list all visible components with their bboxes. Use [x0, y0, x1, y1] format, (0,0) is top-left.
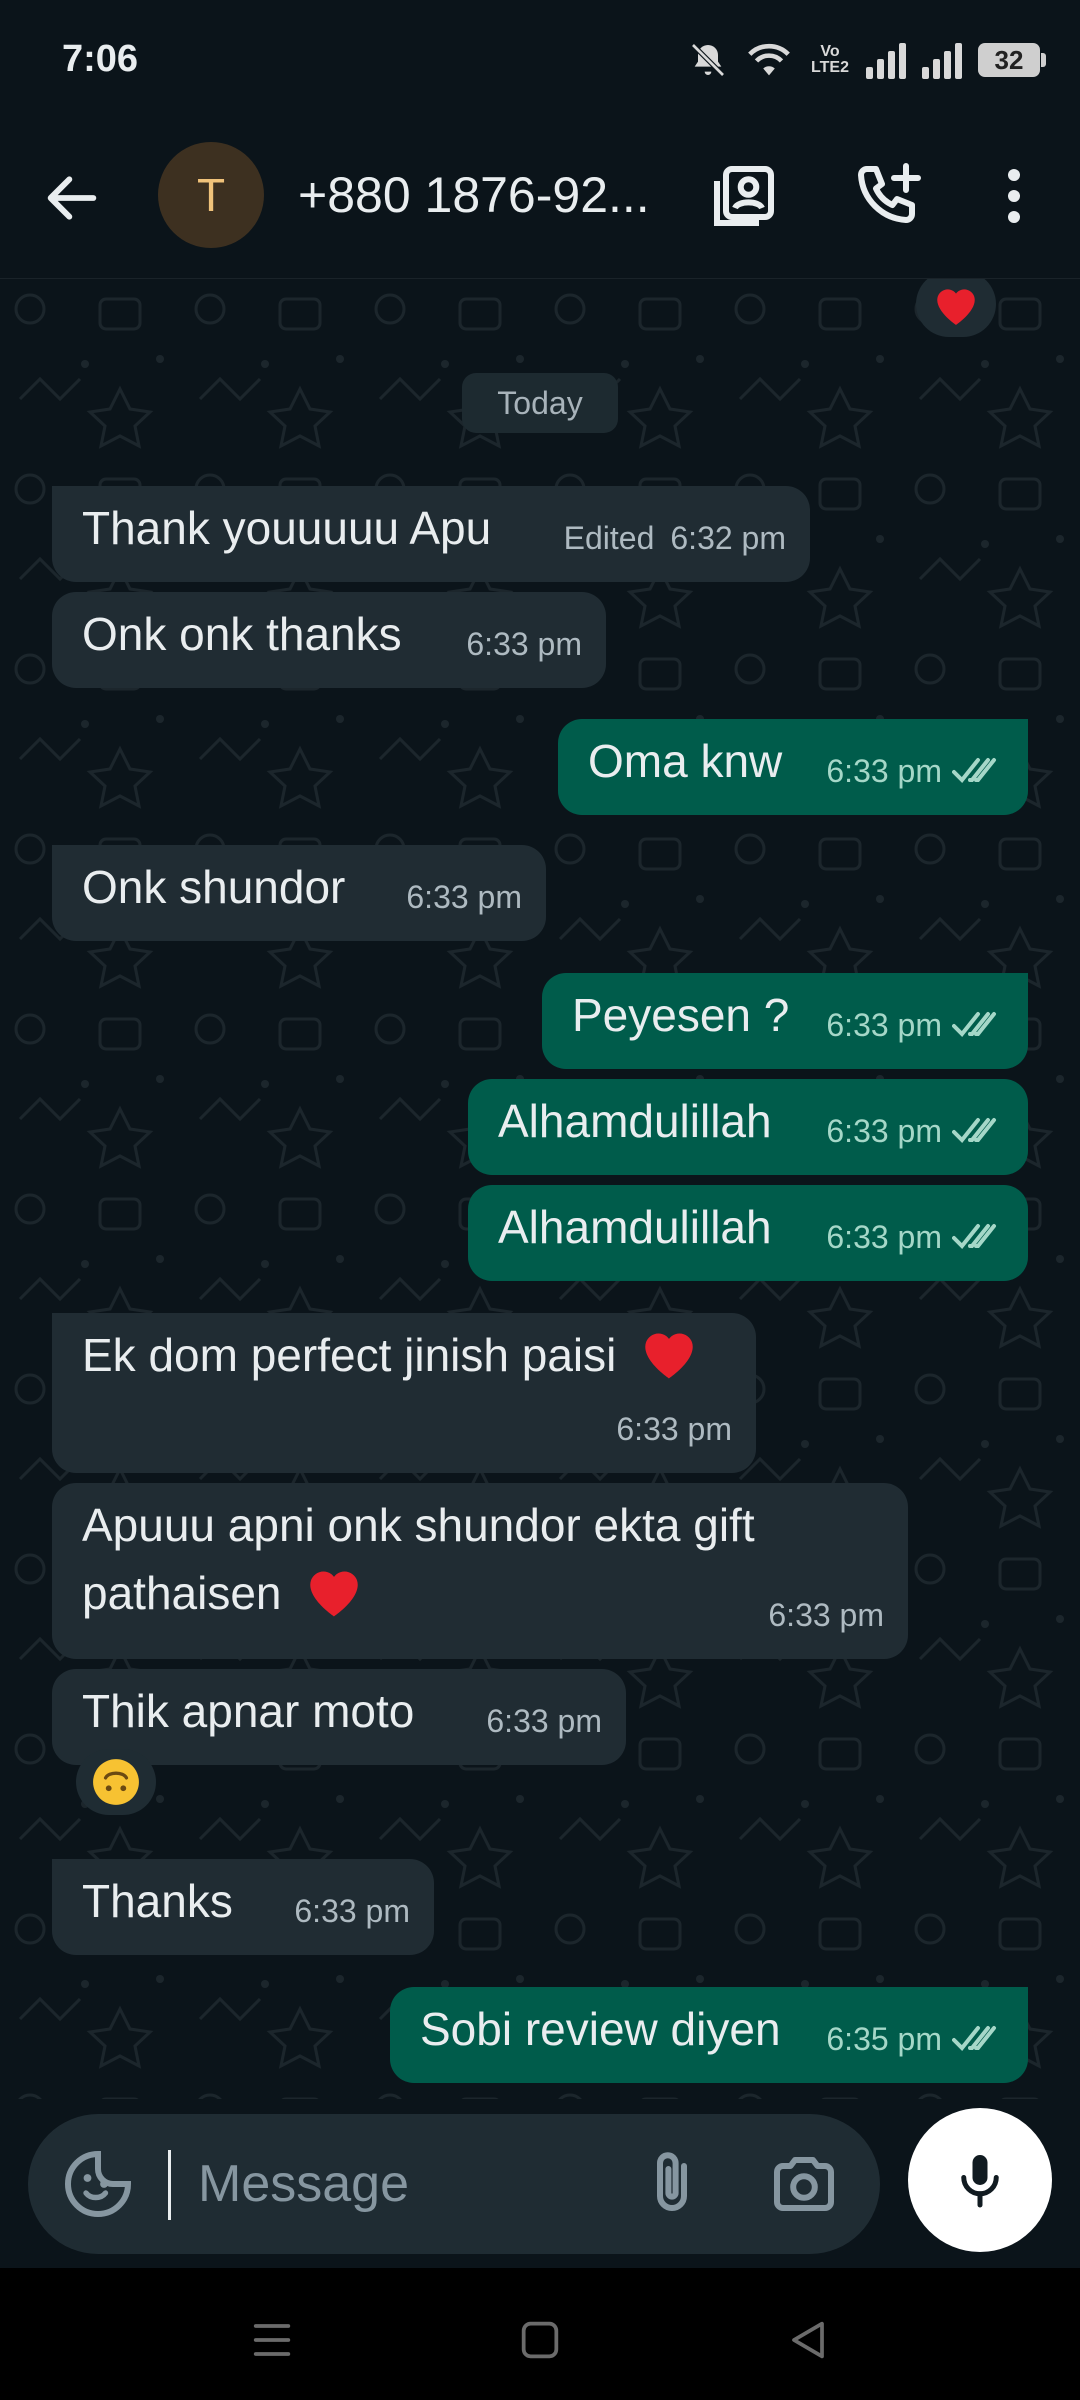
message-incoming[interactable]: Apuuu apni onk shundor ekta gift pathais… — [52, 1483, 908, 1659]
message-time: 6:33 pm — [826, 1007, 942, 1043]
message-text: Oma knw — [588, 735, 783, 787]
add-call-icon[interactable] — [852, 160, 924, 232]
signal-1-icon — [866, 41, 906, 79]
more-options-icon[interactable] — [978, 160, 1050, 232]
message-text: Thik apnar moto — [82, 1685, 415, 1737]
message-time: 6:33 pm — [486, 1703, 602, 1739]
status-bar: 7:06 Vo LTE2 32 — [0, 0, 1080, 120]
text-caret — [168, 2150, 171, 2220]
heart-emoji-icon — [310, 1571, 359, 1617]
avatar[interactable]: T — [158, 142, 264, 248]
message-input-bar[interactable]: Message — [28, 2114, 880, 2254]
chat-area[interactable]: Today Thank youuuuu Apu Edited 6:32 pm O… — [0, 279, 1080, 2099]
contact-card-icon[interactable] — [708, 160, 780, 232]
attach-paperclip-icon[interactable] — [636, 2148, 708, 2220]
message-text: Peyesen ? — [572, 989, 790, 1041]
back-arrow-icon[interactable] — [40, 166, 104, 230]
message-incoming[interactable]: Thik apnar moto 6:33 pm — [52, 1669, 626, 1765]
message-text-line-2: pathaisen — [82, 1559, 878, 1627]
message-meta: 6:33 pm — [406, 863, 522, 931]
wifi-icon — [748, 43, 790, 76]
message-meta: 6:35 pm — [826, 2005, 1004, 2073]
message-outgoing[interactable]: Peyesen ? 6:33 pm — [542, 973, 1028, 1069]
message-text: Onk shundor — [82, 861, 346, 913]
message-time: 6:33 pm — [768, 1597, 884, 1633]
message-meta: 6:33 pm — [294, 1877, 410, 1945]
message-time: 6:32 pm — [670, 520, 786, 556]
double-check-icon — [952, 2026, 996, 2051]
message-time: 6:33 pm — [826, 1113, 942, 1149]
edited-label: Edited — [563, 520, 655, 556]
message-outgoing[interactable]: Sobi review diyen 6:35 pm — [390, 1987, 1028, 2083]
message-outgoing[interactable]: Alhamdulillah 6:33 pm — [468, 1185, 1028, 1281]
message-meta: 6:33 pm — [826, 1203, 1004, 1271]
message-text: Apuuu apni onk shundor ekta gift — [82, 1499, 755, 1551]
menu-icon[interactable] — [244, 2312, 300, 2368]
message-text: Alhamdulillah — [498, 1095, 772, 1147]
message-text: Onk onk thanks — [82, 608, 402, 660]
message-incoming[interactable]: Ek dom perfect jinish paisi 6:33 pm — [52, 1313, 756, 1473]
message-meta: 6:33 pm — [768, 1581, 884, 1649]
message-time: 6:33 pm — [466, 626, 582, 662]
message-text: Alhamdulillah — [498, 1201, 772, 1253]
message-time: 6:33 pm — [406, 879, 522, 915]
status-icons: Vo LTE2 32 — [688, 40, 1046, 80]
message-text: Thank youuuuu Apu — [82, 502, 492, 554]
message-time: 6:33 pm — [826, 753, 942, 789]
volte-indicator: Vo LTE2 — [811, 43, 849, 76]
message-meta: 6:33 pm — [826, 991, 1004, 1059]
message-meta: 6:33 pm — [826, 1097, 1004, 1165]
camera-icon[interactable] — [768, 2148, 840, 2220]
microphone-icon — [961, 2155, 999, 2208]
message-incoming[interactable]: Onk onk thanks 6:33 pm — [52, 592, 606, 688]
message-meta: 6:33 pm — [826, 737, 1004, 805]
battery-indicator: 32 — [978, 43, 1046, 77]
voice-record-button[interactable] — [908, 2108, 1052, 2252]
signal-2-icon — [922, 41, 962, 79]
sticker-emoji-icon[interactable] — [62, 2148, 134, 2220]
mute-bell-icon — [691, 43, 725, 77]
system-navigation-bar — [0, 2268, 1080, 2400]
heart-icon — [937, 289, 975, 325]
back-triangle-icon[interactable] — [780, 2312, 836, 2368]
message-input[interactable]: Message — [198, 2154, 409, 2214]
message-incoming[interactable]: Thank youuuuu Apu Edited 6:32 pm — [52, 486, 810, 582]
message-text: Sobi review diyen — [420, 2003, 781, 2055]
message-text: Ek dom perfect jinish paisi — [82, 1329, 617, 1381]
message-time: 6:33 pm — [294, 1893, 410, 1929]
emoji-reaction[interactable] — [76, 1749, 156, 1815]
heart-reaction[interactable] — [916, 279, 996, 337]
message-time: 6:33 pm — [826, 1219, 942, 1255]
message-text: Thanks — [82, 1875, 233, 1927]
double-check-icon — [952, 1224, 996, 1249]
message-time: 6:33 pm — [616, 1411, 732, 1447]
message-meta: 6:33 pm — [486, 1687, 602, 1755]
date-chip: Today — [462, 373, 618, 433]
message-incoming[interactable]: Onk shundor 6:33 pm — [52, 845, 546, 941]
message-outgoing[interactable]: Oma knw 6:33 pm — [558, 719, 1028, 815]
double-check-icon — [952, 758, 996, 783]
chat-header: T +880 1876-92... — [0, 120, 1080, 279]
upside-down-face-icon — [93, 1759, 139, 1805]
home-icon[interactable] — [512, 2312, 568, 2368]
contact-name[interactable]: +880 1876-92... — [298, 166, 650, 224]
message-meta: 6:33 pm — [616, 1395, 732, 1463]
message-outgoing[interactable]: Alhamdulillah 6:33 pm — [468, 1079, 1028, 1175]
message-incoming[interactable]: Thanks 6:33 pm — [52, 1859, 434, 1955]
status-time: 7:06 — [62, 38, 139, 80]
double-check-icon — [952, 1012, 996, 1037]
double-check-icon — [952, 1118, 996, 1143]
heart-emoji-icon — [645, 1333, 693, 1379]
message-meta: 6:33 pm — [466, 610, 582, 678]
message-time: 6:35 pm — [826, 2021, 942, 2057]
message-meta: Edited 6:32 pm — [564, 504, 786, 572]
